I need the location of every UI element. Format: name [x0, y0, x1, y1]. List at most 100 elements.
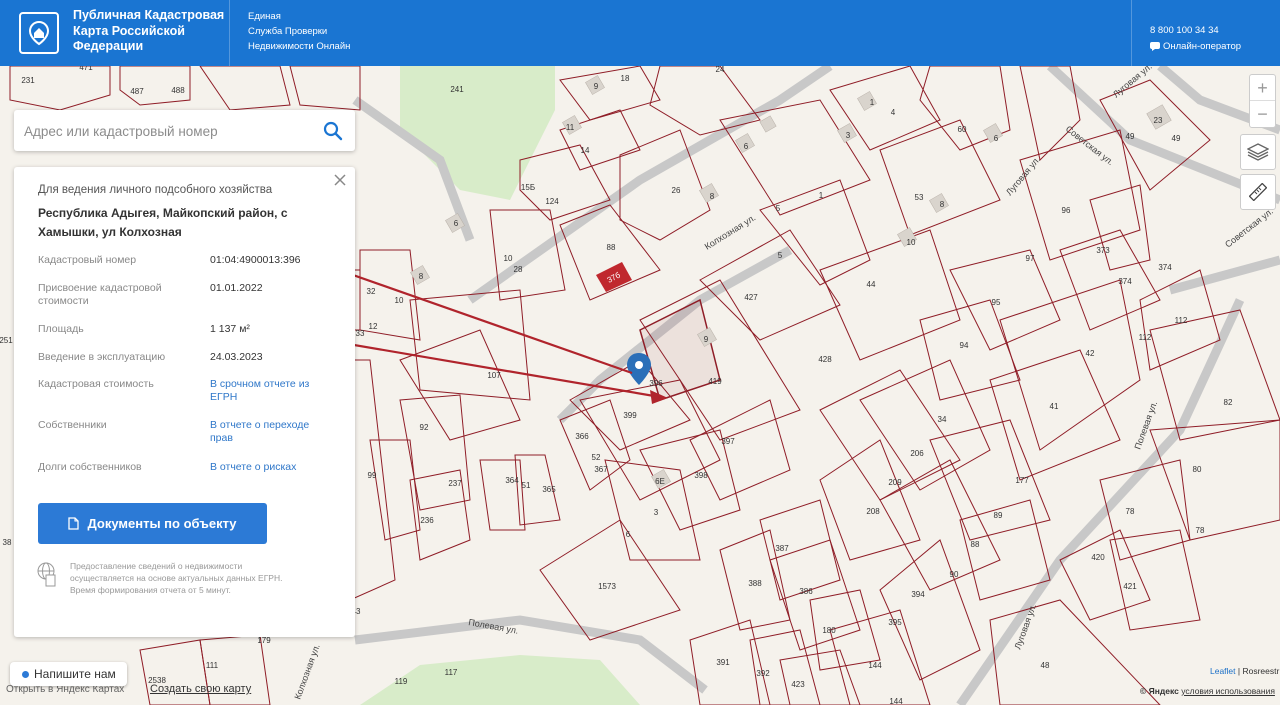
svg-text:387: 387 [775, 544, 789, 553]
svg-text:395: 395 [888, 618, 902, 627]
operator-label: Онлайн-оператор [1163, 41, 1242, 52]
svg-text:9: 9 [594, 82, 599, 91]
svg-text:4: 4 [891, 108, 896, 117]
info-disclaimer: Предоставление сведений о недвижимости о… [70, 561, 283, 595]
svg-text:179: 179 [257, 636, 271, 645]
layers-button[interactable] [1240, 134, 1276, 170]
svg-text:49: 49 [1172, 134, 1181, 143]
documents-button-label: Документы по объекту [87, 516, 237, 531]
search-box [14, 110, 355, 151]
svg-text:49: 49 [1126, 132, 1135, 141]
svg-text:33: 33 [356, 329, 365, 338]
svg-text:92: 92 [420, 423, 429, 432]
row-label: Долги собственников [38, 461, 142, 473]
svg-text:231: 231 [21, 76, 35, 85]
svg-text:471: 471 [79, 66, 93, 72]
svg-text:112: 112 [1175, 316, 1188, 325]
logo-icon[interactable] [19, 12, 59, 54]
svg-text:366: 366 [575, 432, 589, 441]
svg-text:397: 397 [721, 437, 735, 446]
site-title[interactable]: Публичная Кадастровая Карта Российской Ф… [73, 8, 233, 55]
svg-text:1573: 1573 [598, 582, 616, 591]
yandex-copyright: © Яндекс условия использования [1140, 686, 1275, 696]
zoom-control: + − [1249, 74, 1276, 128]
svg-text:6Е: 6Е [655, 477, 665, 486]
debts-link[interactable]: В отчете о рисках [210, 461, 330, 474]
row-label: Собственники [38, 419, 107, 431]
svg-text:367: 367 [594, 465, 608, 474]
zoom-in-button[interactable]: + [1250, 75, 1275, 101]
svg-text:18: 18 [621, 74, 630, 83]
commissioning-date: 24.03.2023 [210, 351, 263, 363]
documents-button[interactable]: Документы по объекту [38, 503, 267, 544]
svg-text:26: 26 [672, 186, 681, 195]
svg-text:428: 428 [818, 355, 832, 364]
parcel-area: 1 137 м² [210, 323, 250, 335]
svg-text:78: 78 [1196, 526, 1205, 535]
svg-text:117: 117 [445, 668, 458, 677]
phone-number[interactable]: 8 800 100 34 34 [1150, 25, 1219, 36]
svg-text:119: 119 [395, 677, 408, 686]
search-icon[interactable] [323, 121, 343, 141]
valuation-date: 01.01.2022 [210, 282, 263, 294]
zoom-out-button[interactable]: − [1250, 101, 1275, 127]
svg-text:388: 388 [748, 579, 762, 588]
svg-text:8: 8 [419, 272, 424, 281]
svg-text:48: 48 [1041, 661, 1050, 670]
leaflet-link[interactable]: Leaflet [1210, 666, 1236, 676]
svg-text:88: 88 [607, 243, 616, 252]
header-divider [229, 0, 230, 66]
row-label: Площадь [38, 323, 84, 335]
svg-text:82: 82 [1224, 398, 1233, 407]
svg-text:6: 6 [626, 530, 631, 539]
svg-text:420: 420 [1091, 553, 1105, 562]
svg-text:1: 1 [819, 191, 824, 200]
svg-text:421: 421 [1123, 582, 1137, 591]
write-us-button[interactable]: Напишите нам [10, 662, 127, 686]
svg-text:28: 28 [514, 265, 523, 274]
site-header: Публичная Кадастровая Карта Российской Ф… [0, 0, 1280, 66]
svg-text:391: 391 [716, 658, 730, 667]
svg-text:487: 487 [130, 87, 144, 96]
cadastral-number[interactable]: 01:04:4900013:396 [210, 254, 330, 267]
svg-text:386: 386 [799, 587, 813, 596]
svg-text:3: 3 [654, 508, 659, 517]
owners-link[interactable]: В отчете о переходе прав [210, 419, 330, 445]
svg-text:41: 41 [1050, 402, 1059, 411]
map-attribution: Leaflet | Rosreestr [1210, 666, 1279, 676]
attribution-text: | Rosreestr [1237, 666, 1280, 676]
svg-text:34: 34 [938, 415, 947, 424]
cadastral-value-link[interactable]: В срочном отчете из ЕГРН [210, 378, 330, 404]
create-map-link[interactable]: Создать свою карту [150, 683, 251, 695]
svg-text:11: 11 [566, 123, 575, 132]
svg-text:488: 488 [171, 86, 185, 95]
svg-text:32: 32 [367, 287, 376, 296]
svg-text:60: 60 [958, 125, 967, 134]
svg-text:6: 6 [744, 142, 749, 151]
close-icon[interactable] [333, 173, 347, 187]
svg-text:180: 180 [822, 626, 836, 635]
svg-text:5: 5 [778, 251, 783, 260]
measure-button[interactable] [1240, 174, 1276, 210]
layers-icon [1247, 143, 1269, 161]
svg-text:251: 251 [0, 336, 13, 345]
svg-text:24: 24 [716, 66, 725, 74]
svg-text:237: 237 [448, 479, 462, 488]
svg-text:236: 236 [420, 516, 434, 525]
svg-text:44: 44 [867, 280, 876, 289]
write-us-label: Напишите нам [34, 667, 116, 681]
svg-text:12: 12 [369, 322, 378, 331]
svg-text:10: 10 [395, 296, 404, 305]
svg-text:365: 365 [542, 485, 556, 494]
search-input[interactable] [24, 119, 314, 143]
terms-link[interactable]: условия использования [1181, 686, 1275, 696]
svg-text:3: 3 [846, 131, 851, 140]
online-operator-link[interactable]: Онлайн-оператор [1150, 41, 1241, 52]
svg-text:241: 241 [450, 85, 464, 94]
svg-text:177: 177 [1015, 476, 1029, 485]
svg-text:80: 80 [1193, 465, 1202, 474]
row-label: Присвоение кадастровой стоимости [38, 282, 162, 307]
row-label: Кадастровый номер [38, 254, 137, 266]
svg-text:392: 392 [756, 669, 770, 678]
land-purpose: Для ведения личного подсобного хозяйства [38, 184, 273, 196]
